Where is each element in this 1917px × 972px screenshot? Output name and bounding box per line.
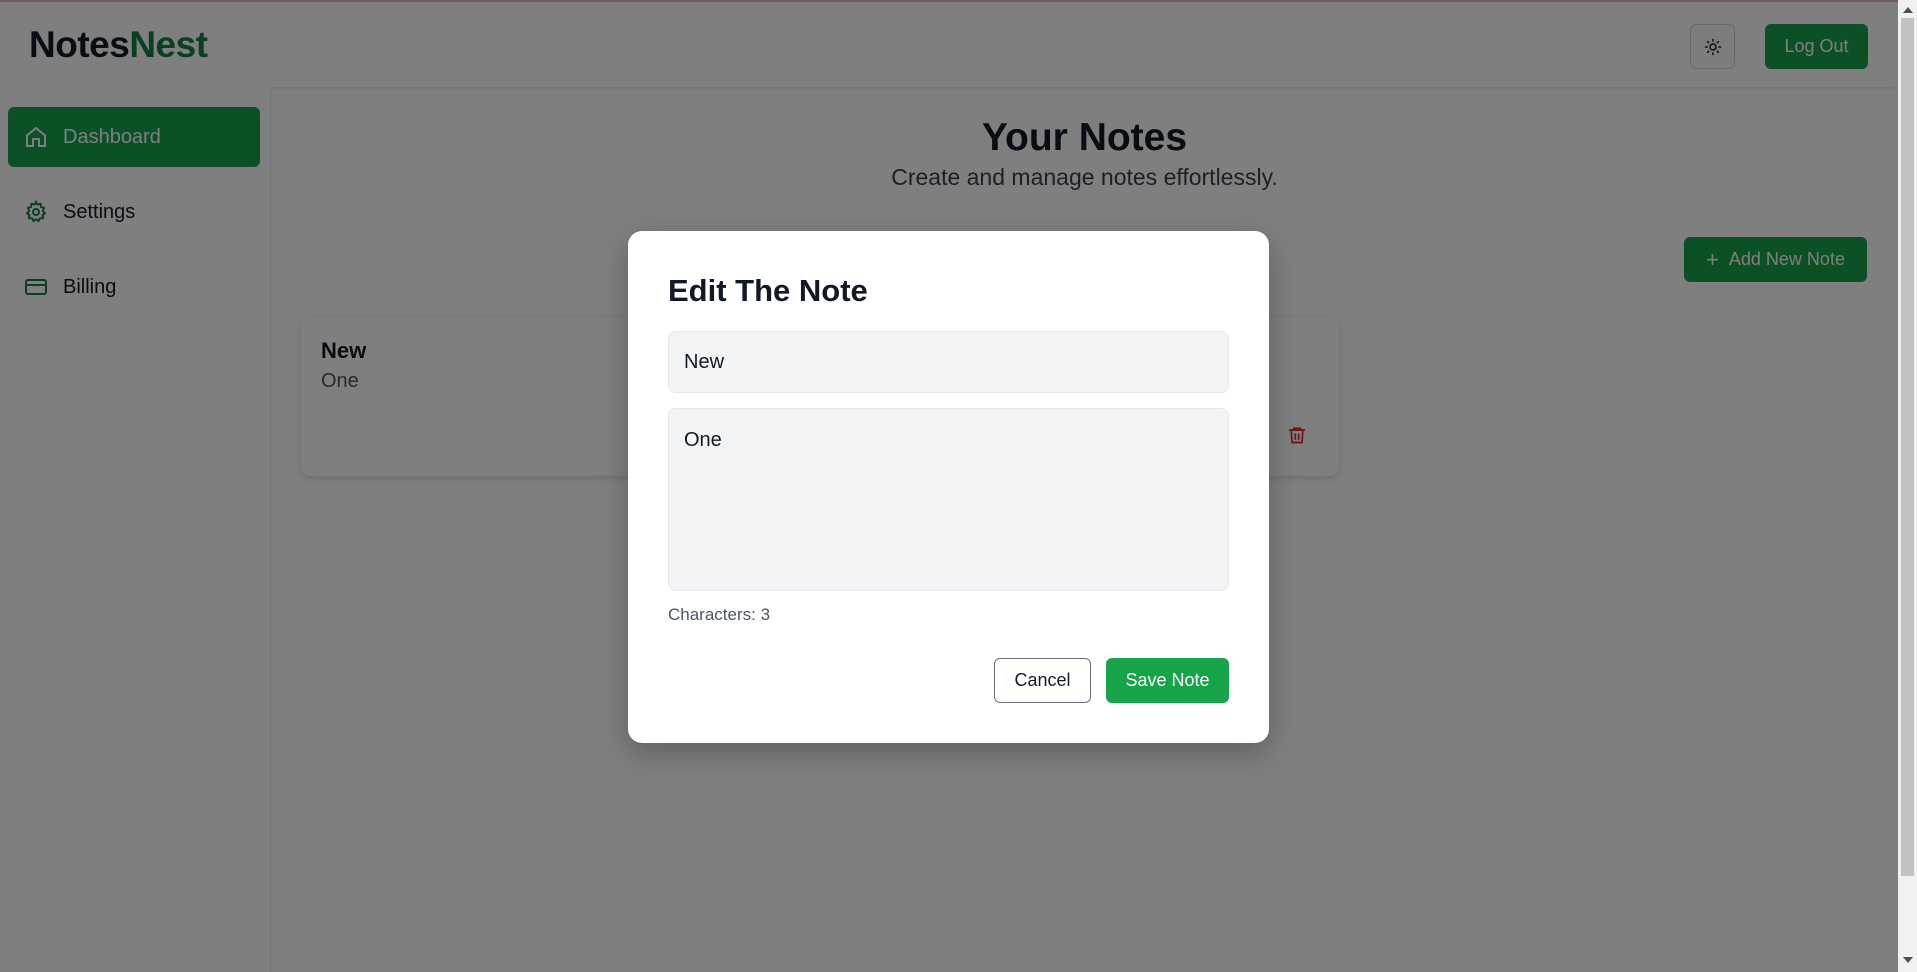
note-body-textarea[interactable]: One — [668, 408, 1229, 591]
dialog-title: Edit The Note — [668, 273, 868, 308]
edit-note-dialog: Edit The Note One Characters: 3 Cancel S… — [628, 231, 1269, 743]
scroll-up-arrow-icon[interactable] — [1898, 2, 1917, 18]
vertical-scrollbar[interactable] — [1898, 0, 1917, 972]
scrollbar-thumb[interactable] — [1901, 18, 1914, 876]
note-title-input[interactable] — [668, 331, 1229, 393]
character-count: Characters: 3 — [668, 605, 771, 624]
scroll-down-arrow-icon[interactable] — [1898, 952, 1917, 968]
save-note-button[interactable]: Save Note — [1106, 658, 1229, 703]
app-root: NotesNest Log Out Dashboard — [0, 0, 1898, 972]
cancel-button[interactable]: Cancel — [994, 658, 1091, 703]
